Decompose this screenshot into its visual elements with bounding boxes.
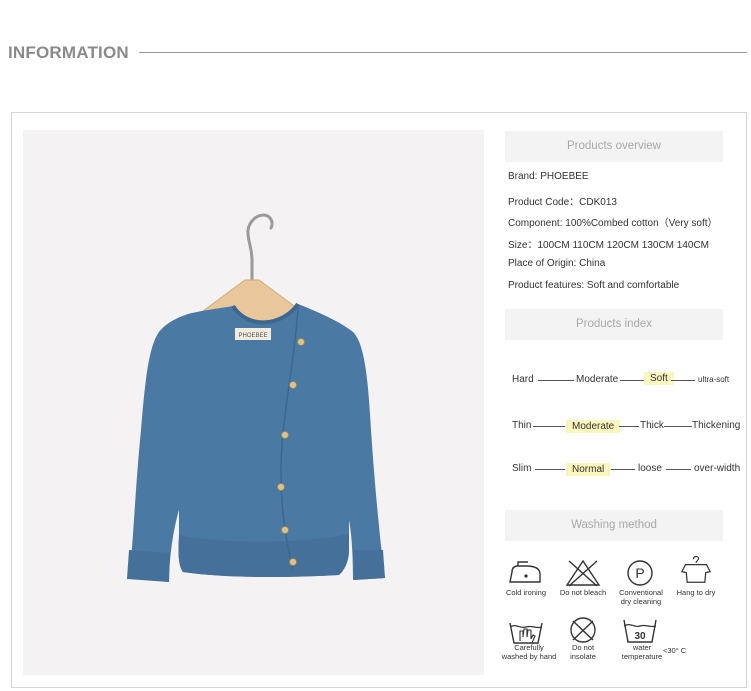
scale-item: Moderate [576, 374, 619, 385]
scale-item-selected: Normal [566, 463, 611, 476]
scale-item-selected: Soft [644, 372, 674, 385]
scale-item: ultra-soft [698, 375, 730, 384]
water-temperature-label: water temperature [621, 643, 663, 661]
cardigan-image: PHOEBEE [127, 213, 385, 582]
no-insolate-label: Do not insolate [570, 643, 596, 661]
hang-dry-icon [680, 555, 712, 583]
water-temp-icon: 30 [623, 619, 657, 643]
scale-item: Thick [640, 420, 664, 431]
hang-to-dry-label: Hang to dry [676, 588, 716, 597]
no-bleach-label: Do not bleach [559, 588, 607, 597]
iron-icon [509, 561, 541, 583]
scale-item-selected: Moderate [566, 420, 621, 433]
scale-item: loose [638, 463, 662, 474]
dry-cleaning-label: Conventional dry cleaning [619, 588, 663, 606]
header-divider [139, 52, 747, 53]
brand-row: Brand: PHOEBEE [508, 171, 589, 182]
size-row: Size：100CM 110CM 120CM 130CM 140CM [508, 240, 710, 251]
hand-wash-label: Carefully washed by hand [501, 643, 557, 661]
dry-clean-icon: P [627, 560, 653, 586]
features-row: Product features: Soft and comfortable [508, 280, 680, 291]
scale-item: Thickening [692, 420, 741, 431]
page-title: INFORMATION [8, 43, 129, 62]
component-row: Component: 100%Combed cotton（Very soft） [508, 218, 718, 229]
products-index-heading: Products index [505, 309, 723, 340]
cold-ironing-label: Cold ironing [505, 588, 547, 597]
product-photo: PHOEBEE [23, 130, 484, 675]
no-bleach-icon [565, 559, 601, 587]
scale-item: over-width [694, 463, 741, 474]
origin-row: Place of Origin: China [508, 258, 606, 269]
scale-item: Slim [512, 463, 532, 474]
hanger-tag-label: PHOEBEE [238, 333, 267, 339]
products-overview-heading: Products overview [505, 131, 723, 162]
water-temp-symbol: 30 [634, 631, 646, 642]
no-insolate-icon [570, 617, 596, 643]
temperature-note: <30° C [663, 646, 687, 655]
washing-method-heading: Washing method [505, 510, 723, 541]
dry-clean-symbol: P [635, 565, 644, 581]
scale-item: Thin [512, 420, 532, 431]
scale-item: Hard [512, 374, 534, 385]
product-code-row: Product Code：CDK013 [508, 197, 617, 208]
